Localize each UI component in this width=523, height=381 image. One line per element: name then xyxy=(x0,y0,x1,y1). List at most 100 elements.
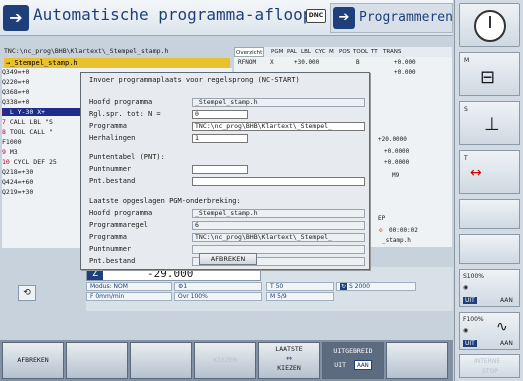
last-main-program-label: Hoofd programma xyxy=(89,209,153,217)
status-tab[interactable]: TT xyxy=(370,47,379,57)
status-tab[interactable]: PAL xyxy=(286,47,298,57)
dialog-cancel-button[interactable]: AFBREKEN xyxy=(199,253,257,265)
machine-icon: ⊟ xyxy=(480,67,496,88)
line-text: Q424=+60 xyxy=(2,178,34,186)
spindle-tool-icon: ⊥ xyxy=(484,114,500,135)
spindle-override-value: S100% xyxy=(463,273,484,280)
line-text: Q349=+0 xyxy=(2,68,30,76)
last-program-label: Programma xyxy=(89,233,127,241)
status-tab-bar: Overzicht PGM PAL LBL CYC M POS TOOL TT TRANS xyxy=(234,47,452,57)
feed-override[interactable]: F100% ◉ ∿ UIT AAN xyxy=(459,312,520,350)
m-status: M 5/9 xyxy=(266,292,334,301)
softkey-bar: AFBREKEN KIEZEN LAATSTE ⇔ KIEZEN UITGEBR… xyxy=(0,340,453,381)
status-tab[interactable]: LBL xyxy=(300,47,312,57)
program-field[interactable]: TNC:\nc_prog\BHB\Klartext\_Stempel_ xyxy=(192,122,365,131)
pnt-file-input[interactable] xyxy=(192,177,365,186)
feed-aan-label: AAN xyxy=(500,340,513,347)
status-tab[interactable]: POS xyxy=(338,47,351,57)
softkey-3[interactable] xyxy=(130,342,192,379)
status-rfnom: RFNOM xyxy=(238,59,257,66)
last-block-label: Programmaregel xyxy=(89,221,149,229)
dialog-title: Invoer programmaplaats voor regelsprong … xyxy=(89,76,300,84)
tool-change-icon: ↔ xyxy=(470,165,482,181)
internal-stop-button[interactable]: INTERNE STOP xyxy=(459,354,520,378)
tool-button[interactable]: T ↔ xyxy=(459,150,520,194)
run-mode-icon: ➔ xyxy=(3,5,29,31)
line-text: TOOL CALL " xyxy=(5,128,53,136)
right-softkey-column: M ⊟ S ⊥ T ↔ S100% ◉ UIT AAN F100% ◉ ∿ UI… xyxy=(454,0,523,381)
override-status: Ovr 100% xyxy=(174,292,262,301)
line-text: CYCL DEF 25 xyxy=(9,158,57,166)
cancel-softkey[interactable]: AFBREKEN xyxy=(2,342,64,379)
softkey-7[interactable] xyxy=(386,342,448,379)
m-label: M xyxy=(464,57,470,64)
feed-dial-icon: ◉ xyxy=(463,327,469,334)
status-one: ⚙1 xyxy=(174,282,262,291)
point-number-input[interactable] xyxy=(192,165,248,174)
extended-label: UITGEBREID xyxy=(333,347,373,355)
status-tab[interactable]: PGM xyxy=(270,47,284,57)
repeats-input[interactable]: 1 xyxy=(192,134,248,143)
last-interruption-header: Laatste opgeslagen PGM-onderbreking: xyxy=(89,197,241,205)
spindle-dial-icon: ◉ xyxy=(463,284,469,291)
softkey-2[interactable] xyxy=(66,342,128,379)
pnt-file-label: Pnt.bestand xyxy=(89,177,136,185)
line-text: Q368=+0 xyxy=(2,88,30,96)
feed-status: F 0mm/min xyxy=(86,292,172,301)
select-last-icon: ⇔ xyxy=(285,353,293,364)
status-time: 00:00:02 xyxy=(389,227,418,234)
status-x-label: X xyxy=(270,59,274,66)
internal-label: INTERNE xyxy=(474,358,501,365)
last-program-field: TNC:\nc_prog\BHB\Klartext\_Stempel_ xyxy=(192,233,365,242)
line-text: M3 xyxy=(5,148,18,156)
m-function-button[interactable]: M ⊟ xyxy=(459,52,520,96)
status-stamp: _stamp.h xyxy=(382,237,411,244)
stop-label: STOP xyxy=(482,368,498,375)
dnc-icon[interactable]: DNC xyxy=(306,9,326,23)
last-block-field: 6 xyxy=(192,221,365,230)
select-softkey-disabled: KIEZEN xyxy=(194,342,256,379)
line-text: Q220=+0 xyxy=(2,78,30,86)
feed-override-value: F100% xyxy=(463,316,484,323)
blank-right-button-1[interactable] xyxy=(459,199,520,229)
mode-title: Automatische programma-afloop xyxy=(33,5,313,24)
status-tab[interactable]: TOOL xyxy=(352,47,369,57)
status-b-label: B xyxy=(356,59,360,66)
spindle-override[interactable]: S100% ◉ UIT AAN xyxy=(459,269,520,307)
program-path: TNC:\nc_prog\BHB\Klartext\_Stempel_stamp… xyxy=(4,47,169,55)
spindle-icon: ↻ xyxy=(340,283,348,290)
spindle-value: S 2000 xyxy=(348,283,370,290)
line-text: Q219=+30 xyxy=(2,188,34,196)
spindle-button[interactable]: S ⊥ xyxy=(459,101,520,145)
last-main-program-field: _Stempel_stamp.h xyxy=(192,209,365,218)
clock-button[interactable] xyxy=(459,3,520,47)
block-number-input[interactable]: 0 xyxy=(192,110,248,119)
tool-status: T 50 xyxy=(266,282,334,291)
program-file[interactable]: →_Stempel_stamp.h xyxy=(4,58,230,68)
status-tab[interactable]: M xyxy=(328,47,335,57)
status-value-2: +0.0000 xyxy=(384,148,410,155)
axis-status-area: Z -29.000 Modus: NOM ⚙1 T 50 ↻ S 2000 F … xyxy=(86,267,453,311)
status-value-3: +0.0000 xyxy=(384,159,410,166)
status-tab[interactable]: CYC xyxy=(314,47,327,57)
block-number-label: Rgl.spr. tot: N = xyxy=(89,110,161,118)
point-table-header: Puntentabel (PNT): xyxy=(89,153,165,161)
block-scan-dialog: Invoer programmaplaats voor regelsprong … xyxy=(80,72,370,270)
status-x-value: +30.000 xyxy=(294,59,320,66)
extended-softkey[interactable]: UITGEBREID UIT AAN xyxy=(322,342,384,379)
main-program-field: _Stempel_stamp.h xyxy=(192,98,365,107)
status-tab[interactable]: Overzicht xyxy=(234,47,265,57)
clock-icon xyxy=(474,10,506,42)
header-bar: ➔ Automatische programma-afloop DNC ➔ Pr… xyxy=(0,0,453,36)
clock-icon: ⊙ xyxy=(379,227,383,234)
status-tab[interactable]: TRANS xyxy=(382,47,402,57)
refresh-icon[interactable]: ⟲ xyxy=(18,285,36,301)
point-number-label: Puntnummer xyxy=(89,165,132,173)
last-pnt-file-label: Pnt.bestand xyxy=(89,257,136,265)
blank-right-button-2[interactable] xyxy=(459,234,520,264)
programming-mode-icon: ➔ xyxy=(333,7,355,29)
programming-mode-button[interactable]: ➔ Programmeren xyxy=(330,3,453,33)
spindle-uit-label: UIT xyxy=(463,297,477,304)
status-c-value: +0.000 xyxy=(394,69,416,76)
select-last-softkey[interactable]: LAATSTE ⇔ KIEZEN xyxy=(258,342,320,379)
